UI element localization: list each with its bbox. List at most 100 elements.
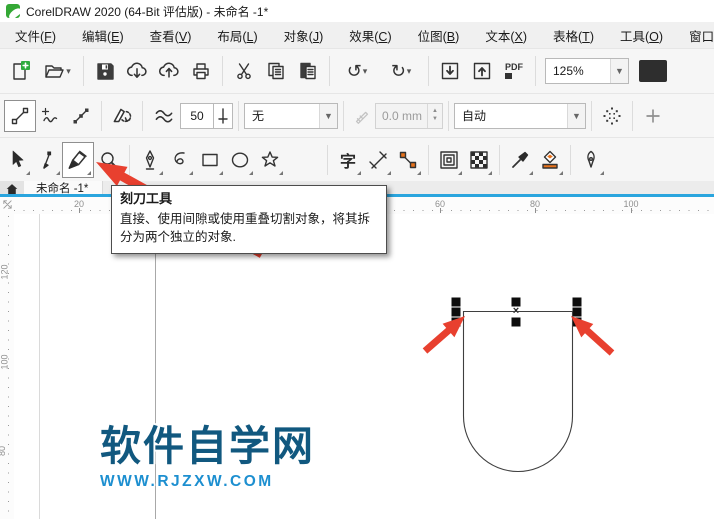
toolbox: 字 xyxy=(0,137,714,181)
ruler-origin-button[interactable] xyxy=(1,195,14,213)
flyout-indicator xyxy=(279,171,283,175)
contour-tool[interactable] xyxy=(434,143,464,177)
pen-tool[interactable] xyxy=(135,143,165,177)
flyout-indicator xyxy=(118,171,122,175)
selection-handle[interactable] xyxy=(512,318,521,327)
bezier-mode-button[interactable] xyxy=(66,101,96,131)
pick-tool[interactable] xyxy=(2,143,32,177)
menu-item-0[interactable]: 文件(F) xyxy=(2,22,69,49)
outline-width-select[interactable]: 无 ▼ xyxy=(244,103,338,129)
menu-item-1[interactable]: 编辑(E) xyxy=(69,22,137,49)
auto-close-cut-button[interactable] xyxy=(107,101,137,131)
export-icon xyxy=(471,60,493,82)
spinner-arrows-icon[interactable]: ▲▼ xyxy=(427,104,442,128)
menu-item-9[interactable]: 工具(O) xyxy=(607,22,676,49)
hruler-tick xyxy=(440,208,441,213)
chevron-down-icon[interactable]: ▾ xyxy=(407,66,412,77)
menu-item-8[interactable]: 表格(T) xyxy=(540,22,607,49)
hruler-tick xyxy=(79,208,80,213)
rectangle-tool[interactable] xyxy=(195,143,225,177)
selection-handle[interactable] xyxy=(573,308,582,317)
snap-to-button[interactable] xyxy=(597,101,627,131)
coreldraw-logo-icon xyxy=(6,4,20,18)
text-tool[interactable]: 字 xyxy=(333,143,363,177)
polygon-tool[interactable] xyxy=(255,143,285,177)
eyedropper-tool[interactable] xyxy=(505,143,535,177)
page-edge-line xyxy=(39,214,40,519)
rectangle-icon xyxy=(199,149,221,171)
propbar-separator xyxy=(238,101,239,131)
shape-tool[interactable] xyxy=(32,143,62,177)
import-button[interactable] xyxy=(434,54,466,88)
selection-handle[interactable] xyxy=(452,318,461,327)
connector-tool[interactable] xyxy=(393,143,423,177)
paste-button[interactable] xyxy=(292,54,324,88)
selection-handle[interactable] xyxy=(573,298,582,307)
menu-item-10[interactable]: 窗口(W) xyxy=(676,22,714,49)
print-button[interactable] xyxy=(185,54,217,88)
menubar: 文件(F)编辑(E)查看(V)布局(L)对象(J)效果(C)位图(B)文本(X)… xyxy=(0,22,714,48)
add-preset-button[interactable] xyxy=(638,101,668,131)
toolbar-separator xyxy=(329,56,330,86)
flyout-indicator xyxy=(559,171,563,175)
property-bar: 50 无 ▼ 0.0 mm ▲▼ 自动 ▼ xyxy=(0,93,714,137)
undo-button[interactable]: ↺▾ xyxy=(335,54,379,88)
ellipse-tool[interactable] xyxy=(225,143,255,177)
smoothing-input[interactable]: 50 xyxy=(180,103,214,129)
menu-item-6[interactable]: 位图(B) xyxy=(405,22,473,49)
menu-item-2[interactable]: 查看(V) xyxy=(137,22,205,49)
knife-tool[interactable] xyxy=(62,142,94,178)
toolbar-separator xyxy=(222,56,223,86)
selection-handle[interactable] xyxy=(452,308,461,317)
cut-span-width-input[interactable]: 0.0 mm ▲▼ xyxy=(375,103,443,129)
flyout-indicator xyxy=(600,171,604,175)
ruler-origin-icon xyxy=(2,199,13,210)
selection-handle[interactable] xyxy=(452,298,461,307)
open-folder-icon xyxy=(43,60,65,82)
cut-span-width-value: 0.0 mm xyxy=(376,109,427,123)
bezier-line-icon xyxy=(70,105,92,127)
menu-item-5[interactable]: 效果(C) xyxy=(336,22,404,49)
save-button[interactable] xyxy=(89,54,121,88)
two-point-line-mode-button[interactable] xyxy=(4,100,36,132)
interactive-fill-tool[interactable] xyxy=(535,143,565,177)
ellipse-icon xyxy=(229,149,251,171)
chevron-down-icon[interactable]: ▾ xyxy=(66,66,71,77)
new-document-button[interactable] xyxy=(4,54,36,88)
cloud-save-button[interactable] xyxy=(153,54,185,88)
outline-pen-tool[interactable] xyxy=(576,143,606,177)
chevron-down-icon[interactable]: ▾ xyxy=(363,66,368,77)
bspline-tool[interactable] xyxy=(165,143,195,177)
toolbar-separator xyxy=(535,56,536,86)
tooltip-body: 直接、使用间隙或使用重叠切割对象，将其拆分为两个独立的对象. xyxy=(120,210,378,246)
dimension-tool[interactable] xyxy=(363,143,393,177)
zoom-tool[interactable] xyxy=(94,143,124,177)
cut-span-mode-value: 自动 xyxy=(455,107,567,124)
smoothing-slider-button[interactable] xyxy=(214,103,233,129)
menu-item-4[interactable]: 对象(J) xyxy=(271,22,337,49)
vruler-label: 120 xyxy=(0,264,10,279)
selection-center-marker[interactable]: × xyxy=(513,306,519,317)
export-button[interactable] xyxy=(466,54,498,88)
menu-item-7[interactable]: 文本(X) xyxy=(472,22,540,49)
copy-button[interactable] xyxy=(260,54,292,88)
outline-width-value: 无 xyxy=(245,107,319,124)
redo-button[interactable]: ↻▾ xyxy=(379,54,423,88)
cut-span-icon xyxy=(352,106,372,126)
zoom-level-select[interactable]: 125% ▼ xyxy=(545,58,629,84)
freehand-mode-button[interactable] xyxy=(36,101,66,131)
magnifier-icon xyxy=(98,149,120,171)
cut-span-mode-select[interactable]: 自动 ▼ xyxy=(454,103,586,129)
clipped-toolbar-icon[interactable] xyxy=(639,60,667,82)
menu-item-3[interactable]: 布局(L) xyxy=(204,22,270,49)
cut-button[interactable] xyxy=(228,54,260,88)
publish-to-pdf-button[interactable]: PDF xyxy=(498,54,530,88)
undo-icon: ↺ xyxy=(347,62,362,80)
selection-handle[interactable] xyxy=(573,318,582,327)
knife-tool-tooltip: 刻刀工具 直接、使用间隙或使用重叠切割对象，将其拆分为两个独立的对象. xyxy=(111,185,387,254)
open-document-button[interactable]: ▾ xyxy=(36,54,78,88)
knife-icon xyxy=(66,148,90,172)
propbar-separator xyxy=(448,101,449,131)
cloud-open-button[interactable] xyxy=(121,54,153,88)
transparency-tool[interactable] xyxy=(464,143,494,177)
